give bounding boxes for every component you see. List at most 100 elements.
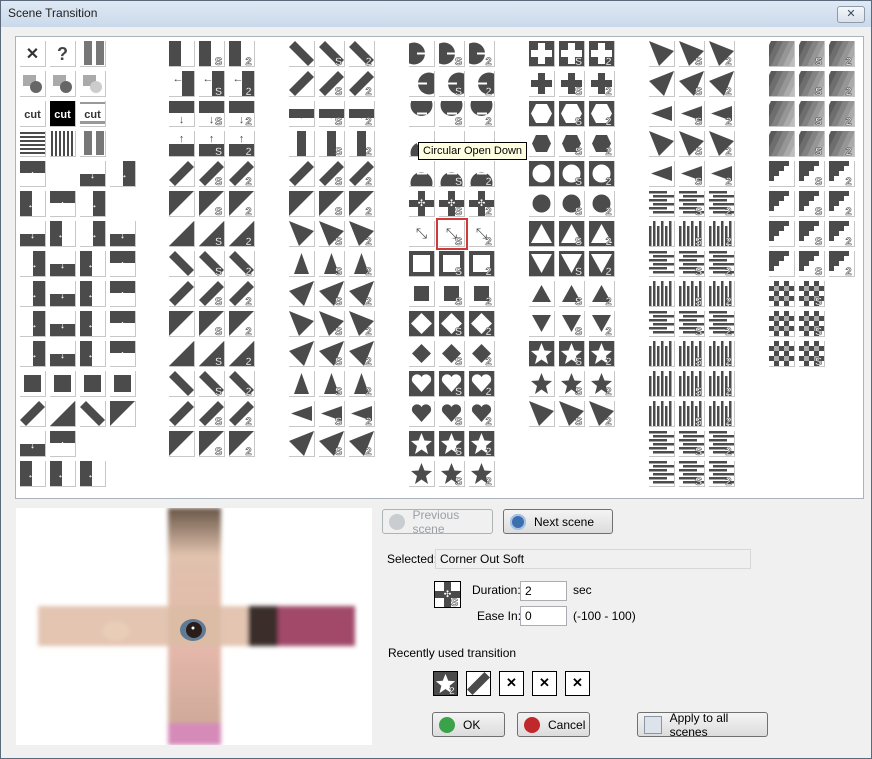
transition-tri-down-out-icon[interactable] <box>529 251 555 277</box>
transition-star5-out-icon[interactable] <box>529 341 555 367</box>
transition-star5-out-s-icon[interactable]: S <box>559 341 585 367</box>
transition-steps-b-icon[interactable]: ↓ <box>50 311 76 337</box>
transition-cut-icon[interactable]: cut <box>20 101 46 127</box>
transition-dissolve-icon[interactable] <box>20 71 46 97</box>
transition-fan-l-icon[interactable] <box>289 221 315 247</box>
transition-star5-in-s-icon[interactable]: S <box>559 371 585 397</box>
transition-circle-in-s-icon[interactable]: S <box>559 191 585 217</box>
transition-split-lr-icon[interactable]: ← <box>20 461 46 487</box>
transition-noise-icon[interactable] <box>80 41 106 67</box>
transition-diag-c-icon[interactable] <box>169 221 195 247</box>
transition-plus-in-2-icon[interactable]: 2 <box>589 71 615 97</box>
transition-diamond-in-2-icon[interactable]: 2 <box>469 341 495 367</box>
transition-star-in-2-icon[interactable]: 2 <box>469 461 495 487</box>
transition-fan-l-s-icon[interactable]: S <box>319 221 345 247</box>
transition-tri-up-out-2-icon[interactable]: 2 <box>589 221 615 247</box>
transition-tri-up-out-s-icon[interactable]: S <box>559 221 585 247</box>
transition-heart-out-icon[interactable] <box>409 371 435 397</box>
transition-comb-h-2-icon[interactable]: 2 <box>709 311 735 337</box>
previous-scene-button[interactable]: Previous scene <box>382 508 493 536</box>
transition-circ-r-icon[interactable] <box>409 41 435 67</box>
transition-grad-d-s-icon[interactable]: S <box>799 131 825 157</box>
transition-blinds-v-2-icon[interactable]: 2 <box>709 221 735 247</box>
transition-circle-in-2-icon[interactable]: 2 <box>589 191 615 217</box>
transition-circ-r-2-icon[interactable]: 2 <box>469 41 495 67</box>
transition-wipe-left-icon[interactable]: ← <box>169 71 195 97</box>
transition-star-out-s-icon[interactable]: S <box>439 431 465 457</box>
transition-diag-se-icon[interactable] <box>80 401 106 427</box>
transition-diag-d-icon[interactable] <box>169 251 195 277</box>
transition-band-a-icon[interactable] <box>289 161 315 187</box>
transition-fan-b-2-icon[interactable]: 2 <box>349 371 375 397</box>
transition-diamond-out-icon[interactable] <box>409 311 435 337</box>
ok-button[interactable]: OK <box>432 712 505 737</box>
transition-wipe-right-2-icon[interactable]: → 2 <box>229 41 255 67</box>
transition-arrow-down-top-icon[interactable]: ↑ <box>20 161 46 187</box>
transition-slide-c-icon[interactable] <box>169 341 195 367</box>
transition-band-b-s-icon[interactable]: S <box>319 191 345 217</box>
transition-pin-b-icon[interactable] <box>649 131 675 157</box>
transition-stair-a-s-icon[interactable]: S <box>799 161 825 187</box>
transition-blinds-h-2-icon[interactable]: 2 <box>709 191 735 217</box>
transition-bar-down-icon[interactable] <box>80 371 106 397</box>
transition-clock-b-2-icon[interactable]: 2 <box>709 71 735 97</box>
transition-circle-out-icon[interactable] <box>529 161 555 187</box>
ease-in-input[interactable] <box>520 606 567 626</box>
transition-arrows-multi-icon[interactable]: ↓ <box>110 221 136 247</box>
transition-stripes-b-s-icon[interactable]: S <box>679 461 705 487</box>
transition-band-b-2-icon[interactable]: 2 <box>349 191 375 217</box>
transition-diamond-out-2-icon[interactable]: 2 <box>469 311 495 337</box>
transition-tri-up-in-s-icon[interactable]: S <box>559 281 585 307</box>
transition-circ-u2-s-icon[interactable]: S <box>439 161 465 187</box>
cancel-button[interactable]: Cancel <box>517 712 590 737</box>
transition-circle-out-2-icon[interactable]: 2 <box>589 161 615 187</box>
transition-fan-e-s-icon[interactable]: S <box>319 431 345 457</box>
transition-diag-ne-icon[interactable] <box>50 401 76 427</box>
transition-blinds-v-icon[interactable] <box>649 221 675 247</box>
transition-corner-sw-icon[interactable]: ↑ <box>110 281 136 307</box>
transition-hex-out-s-icon[interactable]: S <box>559 101 585 127</box>
transition-stair-b-s-icon[interactable]: S <box>799 191 825 217</box>
transition-half-up-icon[interactable]: → <box>20 251 46 277</box>
transition-bar-up-icon[interactable] <box>110 371 136 397</box>
transition-slide-d-s-icon[interactable]: S <box>199 371 225 397</box>
transition-x-b-2-icon[interactable]: 2 <box>349 71 375 97</box>
transition-fan-r-2-icon[interactable]: 2 <box>349 251 375 277</box>
transition-split-tb-icon[interactable]: ← <box>50 461 76 487</box>
transition-diag-a-icon[interactable] <box>169 161 195 187</box>
transition-tri-down-out-s-icon[interactable]: S <box>559 251 585 277</box>
transition-stripes-a-s-icon[interactable]: S <box>679 431 705 457</box>
transition-circ-l-s-icon[interactable]: S <box>439 71 465 97</box>
transition-wipe-up-2-icon[interactable]: ↑ 2 <box>229 131 255 157</box>
transition-circ-d-icon[interactable] <box>409 101 435 127</box>
transition-fan-c-2-icon[interactable]: 2 <box>349 401 375 427</box>
transition-dissolve-c-icon[interactable] <box>80 71 106 97</box>
transition-tri-down-in-2-icon[interactable]: 2 <box>589 311 615 337</box>
transition-corner-in-icon[interactable]: ⤡ <box>409 221 435 247</box>
transition-x-a-2-icon[interactable]: 2 <box>349 41 375 67</box>
transition-bar-h-2-icon[interactable]: ↕ 2 <box>349 101 375 127</box>
transition-check-b-s-icon[interactable]: S <box>799 311 825 337</box>
transition-blinds-h-s-icon[interactable]: S <box>679 191 705 217</box>
transition-bar-h-s-icon[interactable]: ↕ S <box>319 101 345 127</box>
transition-arrow-left-mid-icon[interactable]: ↓ <box>80 161 106 187</box>
transition-fan-r-s-icon[interactable]: S <box>319 251 345 277</box>
transition-diag-a-2-icon[interactable]: 2 <box>229 161 255 187</box>
next-scene-button[interactable]: Next scene <box>503 509 613 534</box>
transition-blinds-h2-icon[interactable] <box>649 251 675 277</box>
transition-stair-c-s-icon[interactable]: S <box>799 221 825 247</box>
transition-grad-b-icon[interactable] <box>769 71 795 97</box>
transition-blinds-h2-2-icon[interactable]: 2 <box>709 251 735 277</box>
transition-circle-in-icon[interactable] <box>529 191 555 217</box>
transition-heart-in-2-icon[interactable]: 2 <box>469 401 495 427</box>
transition-half-left-icon[interactable]: ← <box>80 251 106 277</box>
transition-comb-v-2-icon[interactable]: 2 <box>709 341 735 367</box>
transition-stair-a-2-icon[interactable]: 2 <box>829 161 855 187</box>
recent-empty-slot[interactable]: ✕ <box>499 671 524 696</box>
transition-star5-in-2-icon[interactable]: 2 <box>589 371 615 397</box>
transition-teeth-a-s-icon[interactable]: S <box>679 371 705 397</box>
transition-corner-in-s-icon[interactable]: ⤡ S <box>436 218 468 250</box>
transition-slide-c-2-icon[interactable]: 2 <box>229 341 255 367</box>
transition-diag-nw-icon[interactable] <box>20 401 46 427</box>
transition-wipe-left-s-icon[interactable]: ← S <box>199 71 225 97</box>
